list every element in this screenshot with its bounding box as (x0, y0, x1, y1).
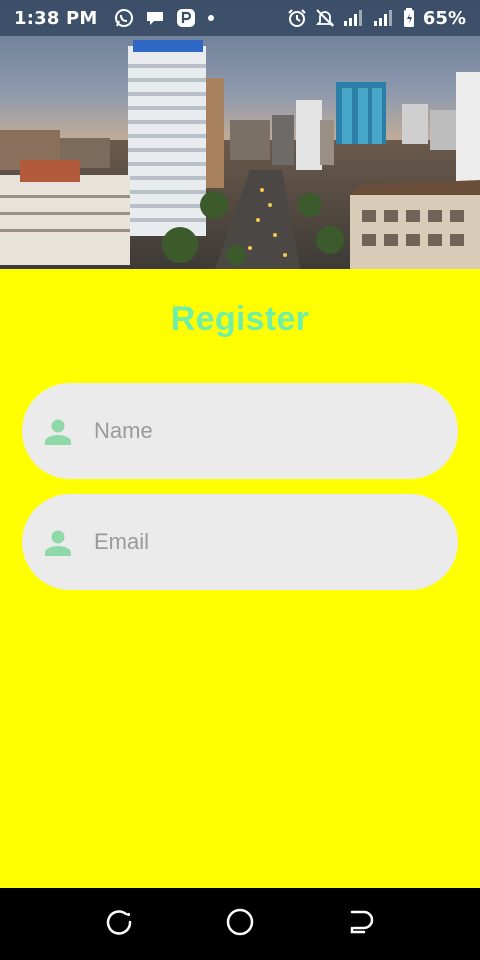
status-bar: 1:38 PM 65% (0, 0, 480, 36)
home-button[interactable] (204, 888, 276, 960)
email-input[interactable] (94, 494, 434, 590)
email-field[interactable] (22, 494, 458, 590)
recent-apps-button[interactable] (84, 888, 156, 960)
battery-percent: 65% (422, 7, 466, 29)
name-input[interactable] (94, 383, 434, 479)
home-icon (225, 907, 255, 941)
alarm-icon (287, 8, 307, 28)
battery-icon (403, 8, 415, 28)
person-icon (44, 419, 72, 449)
status-time: 1:38 PM (14, 7, 98, 29)
person-icon (44, 530, 72, 560)
signal-icon (373, 9, 395, 27)
recent-apps-icon (106, 908, 134, 940)
navigation-bar (0, 888, 480, 960)
back-icon (346, 908, 374, 940)
header-city-image (0, 0, 480, 269)
muted-bell-icon (315, 8, 335, 28)
app-notification-icon (176, 8, 196, 28)
whatsapp-icon (114, 8, 134, 28)
chat-bubble-icon (145, 8, 165, 28)
dot-icon (207, 14, 215, 22)
back-button[interactable] (324, 888, 396, 960)
page-title: Register (170, 300, 310, 338)
signal-icon (343, 9, 365, 27)
name-field[interactable] (22, 383, 458, 479)
